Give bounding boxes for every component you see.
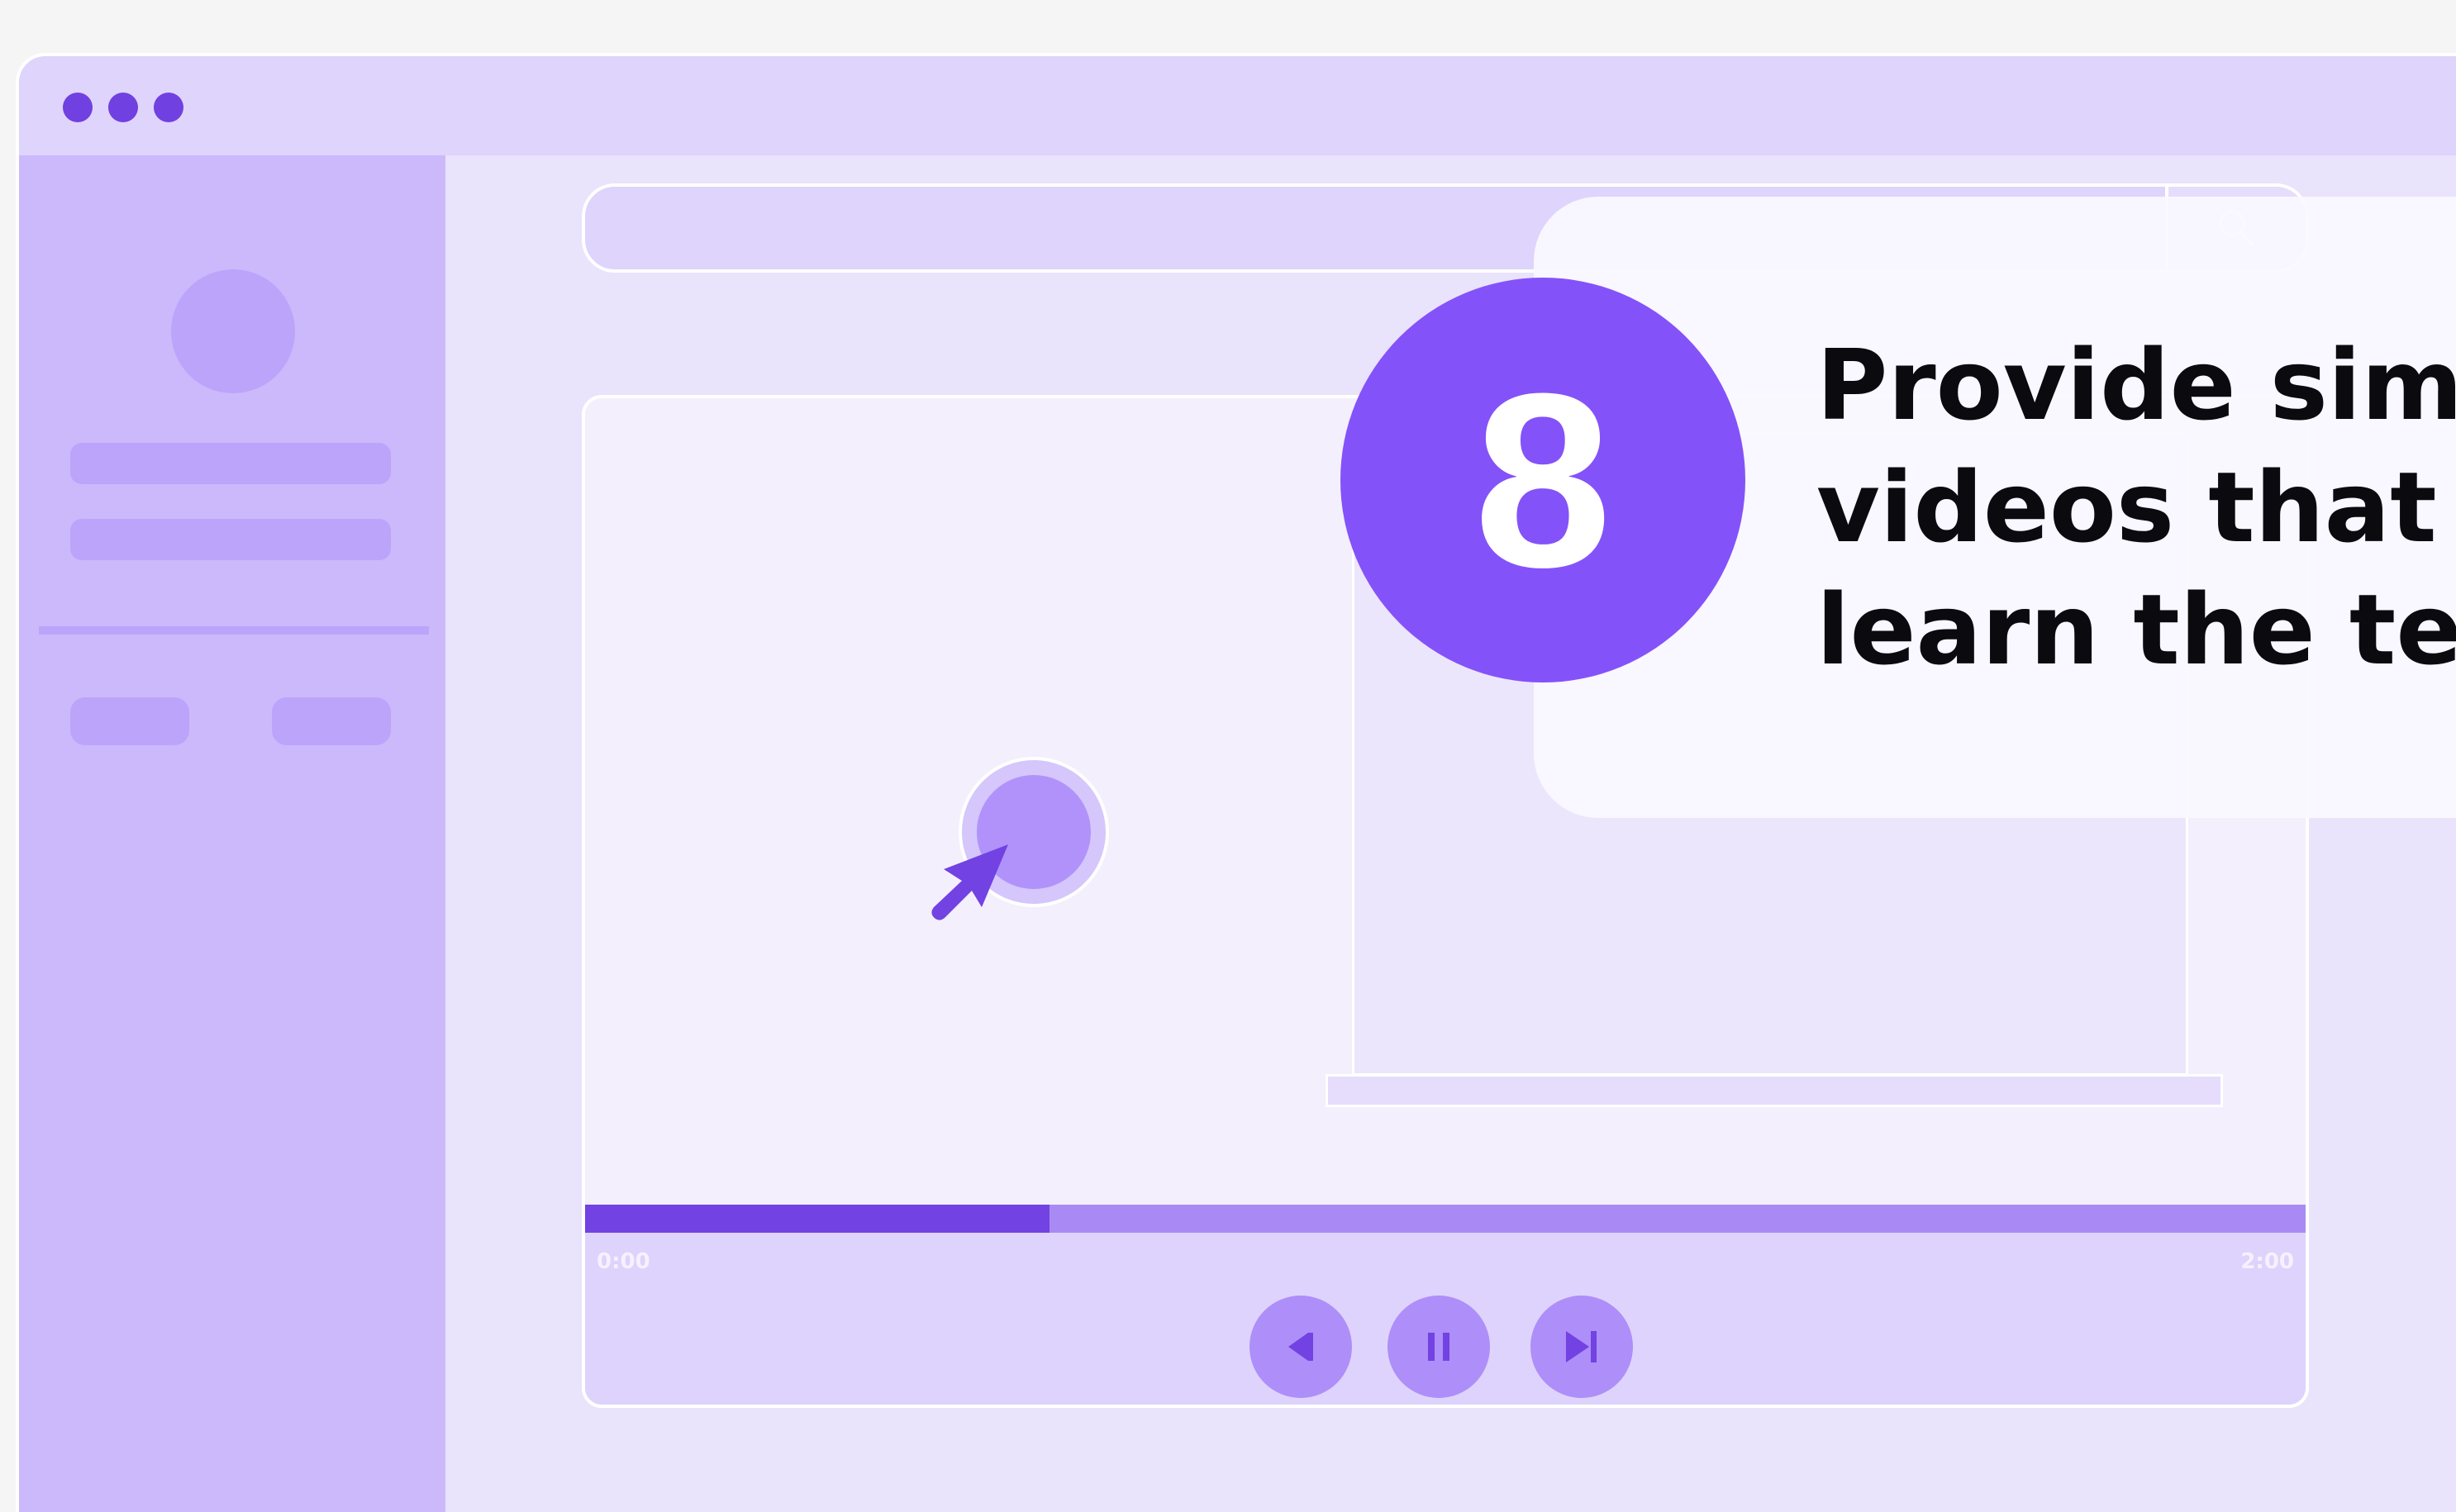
time-duration: 2:00 <box>2240 1249 2294 1274</box>
skip-back-icon <box>1288 1333 1313 1361</box>
callout-headline: Provide simp videos that h learn the tec <box>1816 328 2456 687</box>
progress-bar-fill <box>585 1205 1050 1233</box>
progress-bar[interactable] <box>585 1205 2306 1233</box>
window-minimize-dot[interactable] <box>108 93 138 122</box>
mouse-pointer-icon <box>931 844 1008 920</box>
pause-button[interactable] <box>1387 1296 1490 1398</box>
step-number: 8 <box>1473 341 1612 619</box>
sidebar-item-placeholder[interactable] <box>70 519 391 560</box>
skip-forward-icon <box>1566 1331 1597 1362</box>
player-controls: 0:00 2:00 <box>585 1233 2306 1405</box>
window-close-dot[interactable] <box>63 93 93 122</box>
step-number-badge: 8 <box>1340 278 1745 682</box>
sidebar <box>19 155 445 1512</box>
time-elapsed: 0:00 <box>597 1249 650 1274</box>
next-button[interactable] <box>1530 1296 1633 1398</box>
previous-button[interactable] <box>1249 1296 1352 1398</box>
sidebar-item-placeholder[interactable] <box>70 443 391 484</box>
sidebar-divider <box>39 626 429 635</box>
title-bar <box>19 56 2456 155</box>
laptop-base-illustration <box>1326 1074 2223 1107</box>
pause-icon <box>1428 1333 1449 1361</box>
window-maximize-dot[interactable] <box>154 93 183 122</box>
avatar-placeholder[interactable] <box>171 269 295 393</box>
sidebar-pill-button[interactable] <box>272 697 391 745</box>
sidebar-pill-button[interactable] <box>70 697 189 745</box>
